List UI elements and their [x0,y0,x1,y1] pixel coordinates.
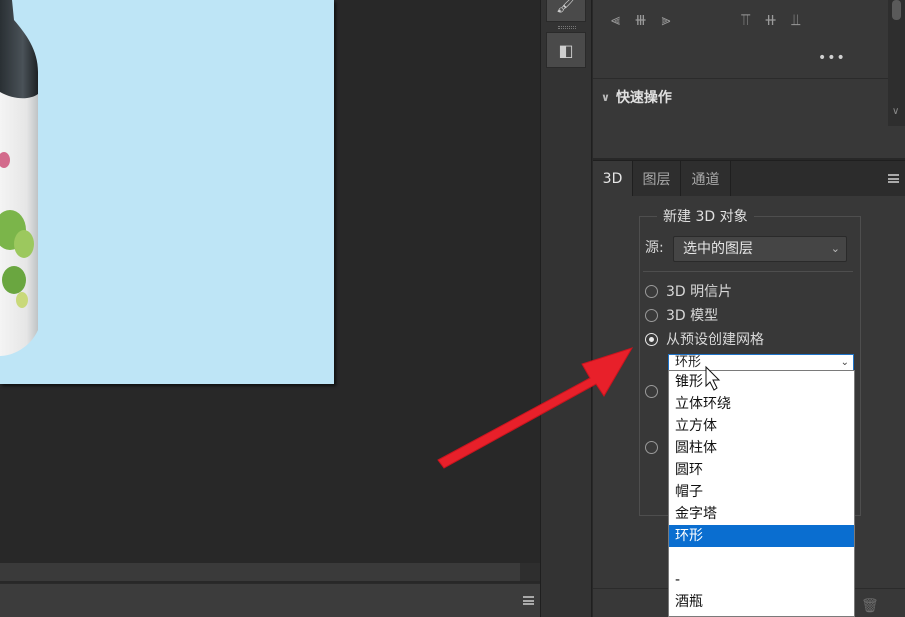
option-label: 从预设创建网格 [666,332,764,348]
document-canvas[interactable] [0,0,334,384]
dropdown-item[interactable]: 立方体 [669,415,854,437]
preset-mesh-value: 环形 [675,355,702,370]
photoshop-window: 🖌 ◧ ⫷ ⧻ ⫸ ⫪ ⧺ ⫫ ••• ∨ 快速操作 ∨ 3D 图层 通道 新建… [0,0,905,617]
panel-scrollbar[interactable]: ∨ [888,0,905,126]
hamburger-icon[interactable] [523,596,534,605]
panel-toggle-icon: ◧ [558,40,574,60]
source-select[interactable]: 选中的图层 ⌄ [673,236,847,262]
scroll-corner [520,563,540,581]
brush-tool-icon: 🖌 [555,0,577,14]
chevron-down-icon: ⌄ [840,357,849,368]
dropdown-item[interactable]: 圆环 [669,459,854,481]
group-title: 新建 3D 对象 [657,206,754,226]
option-mesh-from-preset[interactable]: 从预设创建网格 [645,329,764,349]
grip-handle[interactable] [558,26,576,29]
tab-layers[interactable]: 图层 [633,161,681,197]
preset-mesh-dropdown-list: 锥形 立体环绕 立方体 圆柱体 圆环 帽子 金字塔 环形 - 酒瓶 [668,370,855,617]
status-bar [0,583,540,617]
scroll-down-icon[interactable]: ∨ [892,106,899,117]
radio-button[interactable] [645,284,658,298]
radio-button[interactable] [645,308,658,322]
dropdown-item[interactable]: 酒瓶 [669,591,854,613]
align-top-icon[interactable]: ⫪ [741,10,750,36]
group-separator [643,271,853,272]
dropdown-item[interactable]: 锥形 [669,371,854,393]
source-value: 选中的图层 [683,241,753,257]
quick-actions-header[interactable]: ∨ 快速操作 [601,87,672,107]
dropdown-item[interactable]: 环形 [669,525,854,547]
align-left-icon[interactable]: ⫷ [611,10,620,36]
tab-channels[interactable]: 通道 [681,161,731,197]
align-center-icon[interactable]: ⧻ [634,10,647,36]
chevron-down-icon: ∨ [601,90,610,104]
panel-toggle-button[interactable]: ◧ [546,32,586,68]
dropdown-item[interactable]: 帽子 [669,481,854,503]
dropdown-item[interactable]: 圆柱体 [669,437,854,459]
dropdown-item[interactable]: 金字塔 [669,503,854,525]
align-bottom-icon[interactable]: ⫫ [791,10,800,36]
chevron-down-icon: ⌄ [830,242,840,255]
more-options-button[interactable]: ••• [818,50,846,66]
trash-icon[interactable]: 🗑 [861,598,879,614]
source-label: 源: [645,240,664,256]
align-right-icon[interactable]: ⫸ [661,10,670,36]
scrollbar-thumb[interactable] [892,0,901,20]
dropdown-item[interactable] [669,547,854,569]
option-label: 3D 明信片 [666,284,733,300]
panel-tool-strip: 🖌 ◧ [540,0,592,617]
option-3d-postcard[interactable]: 3D 明信片 [645,281,732,301]
option-3d-model[interactable]: 3D 模型 [645,305,718,325]
panel-menu-icon[interactable] [888,174,899,183]
radio-button-checked[interactable] [645,332,658,346]
quick-actions-title: 快速操作 [615,90,672,106]
align-group-vertical: ⫪ ⧺ ⫫ [741,10,800,36]
align-group-horizontal: ⫷ ⧻ ⫸ [611,10,670,36]
bottle-image [0,0,38,356]
canvas-area [0,0,540,617]
radio-button[interactable] [645,385,658,398]
tab-3d[interactable]: 3D [593,161,633,197]
option-label: 3D 模型 [666,308,719,324]
horizontal-scrollbar[interactable] [0,563,520,581]
align-middle-icon[interactable]: ⧺ [764,10,777,36]
panel-tab-bar: 3D 图层 通道 [593,160,905,197]
dropdown-item[interactable]: 立体环绕 [669,393,854,415]
radio-button[interactable] [645,441,658,454]
section-divider [593,78,888,79]
properties-panel: ⫷ ⧻ ⫸ ⫪ ⧺ ⫫ ••• ∨ 快速操作 ∨ [593,0,905,158]
dropdown-item[interactable]: - [669,569,854,591]
brush-tool-button[interactable]: 🖌 [546,0,586,22]
